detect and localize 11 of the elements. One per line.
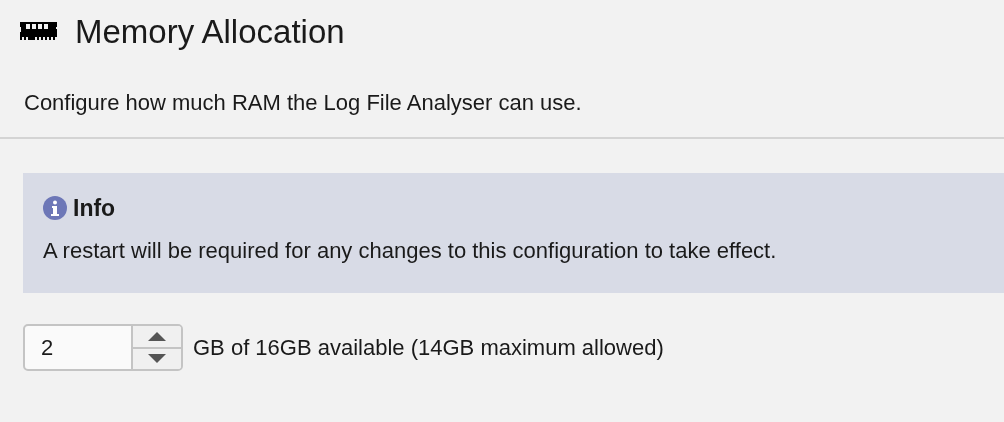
section-title: Memory Allocation: [75, 14, 345, 48]
memory-chip-icon: [20, 22, 57, 40]
info-message: A restart will be required for any changes to this configuration to take effect.: [43, 240, 778, 262]
up-arrow-icon: [148, 331, 166, 341]
memory-spinner[interactable]: 2: [23, 324, 183, 371]
description-text: Configure how much RAM the Log File Analyser can use.: [24, 92, 583, 114]
info-icon: [43, 196, 67, 220]
memory-available-label: GB of 16GB available (14GB maximum allowed): [193, 336, 664, 359]
info-heading: Info: [73, 196, 116, 220]
down-arrow-icon: [148, 354, 166, 364]
memory-input[interactable]: 2: [25, 326, 131, 369]
